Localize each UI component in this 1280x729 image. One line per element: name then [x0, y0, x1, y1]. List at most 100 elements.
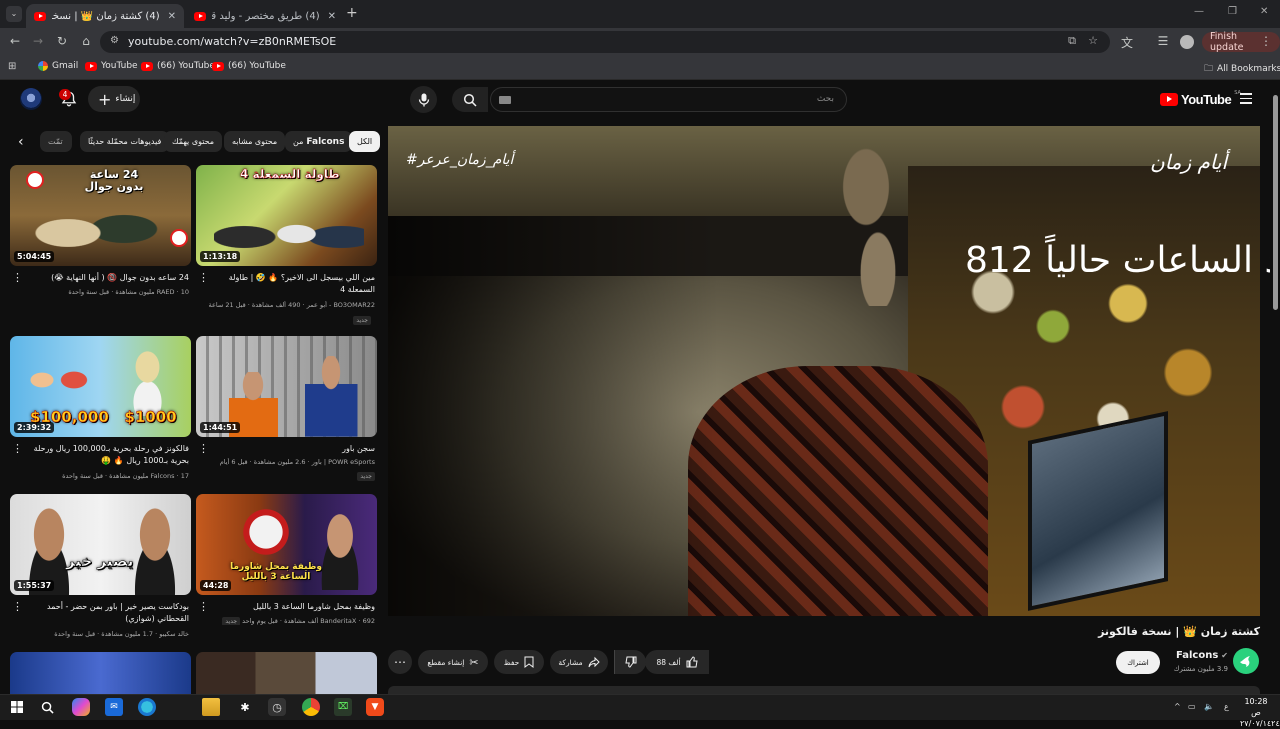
chip-similar[interactable]: محتوى مشابه: [224, 131, 286, 152]
reload-icon[interactable]: ↻: [54, 34, 70, 48]
bookmark-youtube-66[interactable]: (66) YouTube: [212, 61, 286, 71]
more-actions-button[interactable]: ⋯: [388, 650, 412, 674]
chevron-left-icon[interactable]: ‹: [18, 134, 24, 150]
chip-for-you[interactable]: محتوى يهمّك: [164, 131, 223, 152]
app-icon[interactable]: ✱: [236, 698, 254, 716]
video-card[interactable]: يصير خير 1:55:37 بودكاست يصير خير | باور…: [10, 494, 191, 644]
save-button[interactable]: حفظ: [494, 650, 544, 674]
share-button[interactable]: مشاركة: [550, 650, 608, 674]
video-title[interactable]: 24 ساعه بدون جوال 📵 ( أنها النهاية 😭): [21, 272, 189, 284]
scrollbar-thumb[interactable]: [1273, 95, 1278, 310]
guide-menu-icon[interactable]: [1240, 93, 1252, 107]
minimize-window-button[interactable]: —: [1194, 6, 1204, 17]
volume-icon[interactable]: 🔈: [1204, 702, 1214, 711]
video-card[interactable]: 24 ساعة بدون جوال 5:04:45 24 ساعه بدون ج…: [10, 165, 191, 325]
tab-inactive[interactable]: (4) طريق مختصر - وليد قصص ✕: [186, 4, 344, 28]
channel-name[interactable]: خالد سكيبو: [159, 630, 189, 638]
all-bookmarks[interactable]: 🗀 All Bookmarks: [1204, 61, 1280, 77]
channel-name[interactable]: ✔Falcons: [1176, 650, 1228, 661]
more-actions-icon[interactable]: ⋮: [12, 600, 23, 613]
more-actions-icon[interactable]: ⋮: [198, 600, 209, 613]
address-bar[interactable]: ⚙ youtube.com/watch?v=zB0nRMETsOE ⧉ ☆: [100, 31, 1110, 53]
bookmark-youtube[interactable]: YouTube: [85, 61, 138, 71]
system-clock[interactable]: 10:28 ص ٢٧/٠٧/١٤٢٤: [1240, 696, 1280, 729]
copilot-icon[interactable]: [72, 698, 90, 716]
back-icon[interactable]: ←: [7, 34, 23, 48]
profile-avatar[interactable]: [1180, 35, 1194, 49]
translate-icon[interactable]: 文: [1119, 34, 1135, 51]
video-title[interactable]: فالكونز في رحلة بحرية بـ100,000 ريال ورح…: [21, 443, 189, 467]
clip-button[interactable]: إنشاء مقطع ✂: [418, 650, 488, 674]
youtube-logo[interactable]: YouTube SA: [1160, 90, 1241, 107]
site-info-icon[interactable]: ⚙: [110, 35, 119, 46]
tab-active[interactable]: (4) كشتة زمان 👑 | نسخة فالكونز ✕: [26, 4, 184, 28]
voice-search-button[interactable]: [410, 86, 437, 113]
chip-recently-uploaded[interactable]: فيديوهات محمّلة حديثًا: [80, 131, 170, 152]
explorer-icon[interactable]: [202, 698, 220, 716]
like-button[interactable]: 88 ألف: [645, 650, 709, 674]
channel-avatar[interactable]: [1233, 648, 1259, 674]
video-card[interactable]: وظيفة بمحل شاورما الساعة 3 بالليل 44:28 …: [196, 494, 377, 644]
tray-chevron-icon[interactable]: ^: [1174, 702, 1181, 711]
video-card[interactable]: طاولة السمعلة 4 1:13:18 مين اللي بيسجل ا…: [196, 165, 377, 325]
restore-window-button[interactable]: ❐: [1228, 6, 1237, 17]
search-icon[interactable]: [38, 698, 56, 716]
bookmark-youtube-66[interactable]: (66) YouTube: [141, 61, 215, 71]
video-card[interactable]: $100,000 $1000 2:39:32 فالكونز في رحلة ب…: [10, 336, 191, 486]
more-actions-icon[interactable]: ⋮: [12, 271, 23, 284]
forward-icon[interactable]: →: [30, 34, 46, 48]
video-thumbnail[interactable]: 24 ساعة بدون جوال 5:04:45: [10, 165, 191, 266]
menu-kebab-icon[interactable]: ⋮: [1258, 34, 1274, 48]
apps-grid-icon[interactable]: ⊞: [8, 61, 16, 72]
input-language[interactable]: ع: [1224, 702, 1229, 711]
video-thumbnail[interactable]: [196, 652, 377, 694]
video-thumbnail[interactable]: وظيفة بمحل شاورما الساعة 3 بالليل 44:28: [196, 494, 377, 595]
chip-done[interactable]: تمّت: [40, 131, 72, 152]
chip-all[interactable]: الكل: [349, 131, 381, 152]
edge-icon[interactable]: [138, 698, 156, 716]
video-card[interactable]: [196, 652, 377, 694]
channel-name[interactable]: POWR eSports | باور: [312, 458, 375, 466]
brave-icon[interactable]: ▼: [366, 698, 384, 716]
description-panel[interactable]: [388, 686, 1260, 694]
video-title[interactable]: مين اللي بيسجل الى الاخير؟ 🔥 🤣 | طاولة ا…: [207, 272, 375, 296]
network-icon[interactable]: ▭: [1188, 702, 1196, 711]
more-actions-icon[interactable]: ⋮: [198, 442, 209, 455]
reading-list-icon[interactable]: ☰: [1155, 34, 1171, 48]
dislike-button[interactable]: [614, 650, 646, 674]
more-actions-icon[interactable]: ⋮: [12, 442, 23, 455]
install-app-icon[interactable]: ⧉: [1068, 34, 1076, 48]
create-button[interactable]: + إنشاء: [88, 86, 140, 112]
windows-start-icon[interactable]: [8, 698, 26, 716]
video-thumbnail[interactable]: يصير خير 1:55:37: [10, 494, 191, 595]
keyboard-icon[interactable]: [499, 96, 511, 104]
video-card[interactable]: 1:44:51 سجن باور POWR eSports | باور · 2…: [196, 336, 377, 486]
video-card[interactable]: [10, 652, 191, 694]
video-title[interactable]: بودكاست يصير خير | باور بمن حضر - أحمد ا…: [21, 601, 189, 625]
bookmark-star-icon[interactable]: ☆: [1088, 34, 1098, 47]
bookmark-gmail[interactable]: Gmail: [38, 61, 78, 71]
chip-from-falcons[interactable]: من Falcons: [285, 131, 353, 152]
more-actions-icon[interactable]: ⋮: [198, 271, 209, 284]
chrome-icon[interactable]: [302, 698, 320, 716]
close-tab-icon[interactable]: ✕: [328, 11, 336, 22]
video-thumbnail[interactable]: $100,000 $1000 2:39:32: [10, 336, 191, 437]
subscribe-button[interactable]: اشتراك: [1116, 651, 1160, 674]
account-avatar[interactable]: [20, 88, 42, 110]
close-tab-icon[interactable]: ✕: [168, 11, 176, 22]
video-thumbnail[interactable]: [10, 652, 191, 694]
new-tab-button[interactable]: +: [346, 5, 358, 21]
tab-list-dropdown[interactable]: ⌄: [6, 6, 22, 22]
close-window-button[interactable]: ✕: [1260, 6, 1268, 17]
clock-app-icon[interactable]: ◷: [268, 698, 286, 716]
video-thumbnail[interactable]: طاولة السمعلة 4 1:13:18: [196, 165, 377, 266]
video-player[interactable]: [388, 126, 1260, 616]
channel-name[interactable]: BanderitaX: [320, 617, 356, 625]
channel-name[interactable]: Falcons: [151, 472, 175, 480]
video-title[interactable]: وظيفة بمحل شاورما الساعة 3 بالليل: [207, 601, 375, 613]
search-button[interactable]: [452, 87, 488, 112]
channel-name[interactable]: RAED: [157, 288, 175, 296]
home-icon[interactable]: ⌂: [78, 34, 94, 48]
outlook-icon[interactable]: ✉: [105, 698, 123, 716]
video-thumbnail[interactable]: 1:44:51: [196, 336, 377, 437]
